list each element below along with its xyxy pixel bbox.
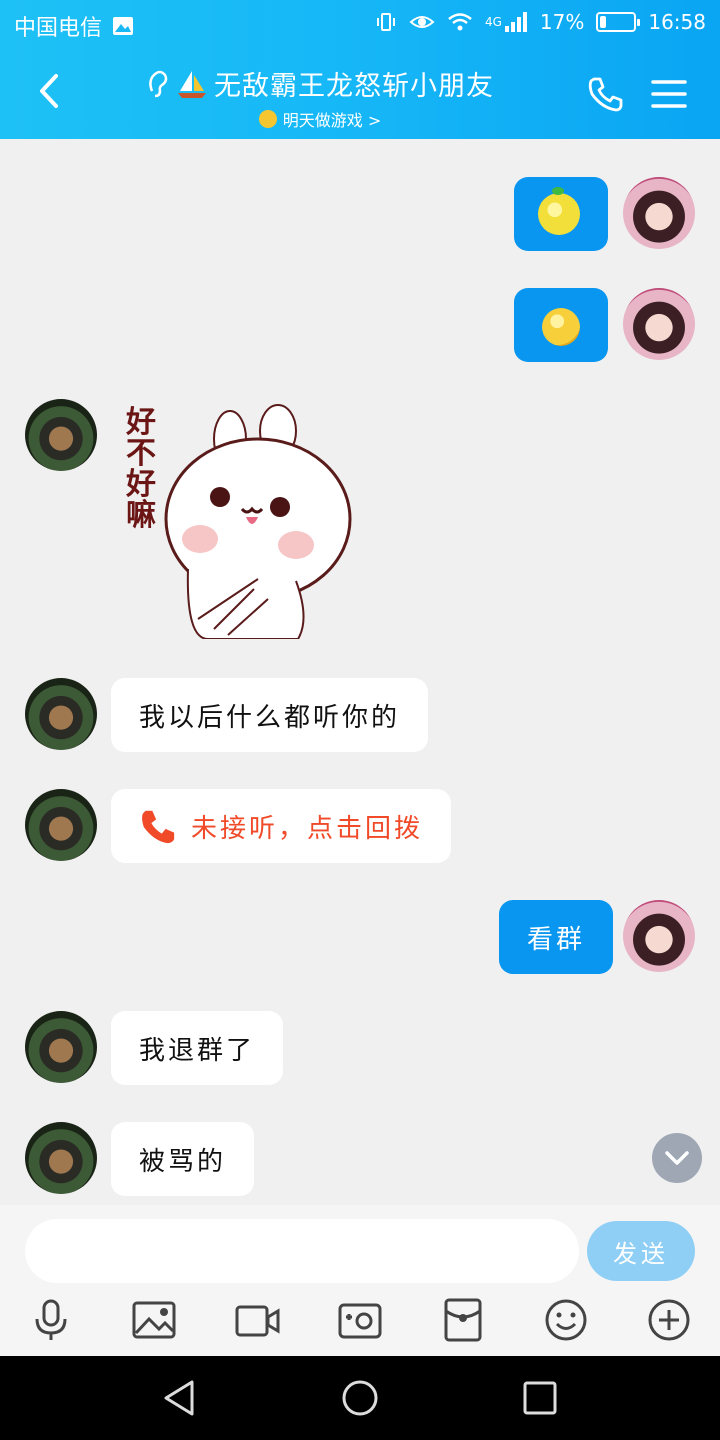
chat-header: 中国电信 4G 17% 16:58 无敌霸王龙怒斩小朋友 明天做游戏 > xyxy=(0,0,720,139)
chat-title-block[interactable]: 无敌霸王龙怒斩小朋友 明天做游戏 > xyxy=(130,64,510,131)
red-packet-icon[interactable] xyxy=(440,1297,486,1343)
yellow-coin-emoji xyxy=(542,308,580,346)
nav-back-icon[interactable] xyxy=(160,1378,200,1418)
avatar[interactable] xyxy=(623,177,695,249)
microphone-icon[interactable] xyxy=(28,1297,74,1343)
message-text: 我以后什么都听你的 xyxy=(139,702,401,733)
ear-icon xyxy=(149,70,168,97)
chat-title: 无敌霸王龙怒斩小朋友 xyxy=(214,71,494,102)
avatar[interactable] xyxy=(25,678,97,750)
message-input[interactable] xyxy=(25,1219,579,1283)
input-toolbar xyxy=(0,1297,720,1347)
emoji-message-bubble[interactable] xyxy=(514,177,608,251)
system-nav-bar xyxy=(0,1356,720,1440)
emoji-message-bubble[interactable] xyxy=(514,288,608,362)
status-bar: 中国电信 4G 17% 16:58 xyxy=(0,0,720,48)
message-text: 看群 xyxy=(527,924,586,955)
video-icon[interactable] xyxy=(234,1297,280,1343)
emoji-icon[interactable] xyxy=(543,1297,589,1343)
chat-subtitle[interactable]: 明天做游戏 > xyxy=(283,107,382,131)
network-type: 4G xyxy=(484,15,502,29)
text-message-bubble[interactable]: 看群 xyxy=(499,900,614,974)
avatar[interactable] xyxy=(623,288,695,360)
vibrate-icon xyxy=(376,13,395,31)
missed-call-text: 未接听，点击回拨 xyxy=(191,813,424,844)
back-arrow-icon[interactable] xyxy=(30,68,70,114)
scroll-to-bottom-button[interactable] xyxy=(652,1133,702,1183)
sticker-message[interactable]: 好不好嘛 xyxy=(118,399,358,639)
avatar[interactable] xyxy=(25,1122,97,1194)
clock: 16:58 xyxy=(648,10,706,34)
message-list[interactable]: 好不好嘛 我以后什么都听你的 未接听，点击回拨 看群 我退群了 被骂的 xyxy=(0,139,720,1205)
send-button[interactable]: 发送 xyxy=(587,1221,695,1281)
avatar[interactable] xyxy=(25,1011,97,1083)
wifi-icon xyxy=(448,13,472,31)
title-bar: 无敌霸王龙怒斩小朋友 明天做游戏 > xyxy=(0,50,720,139)
battery-percent: 17% xyxy=(539,10,585,34)
bunny-sticker-image xyxy=(164,404,352,639)
avatar[interactable] xyxy=(623,900,695,972)
avatar[interactable] xyxy=(25,399,97,471)
plus-icon[interactable] xyxy=(646,1297,692,1343)
gallery-notification-icon xyxy=(113,17,134,35)
battery-icon xyxy=(596,12,641,32)
phone-red-icon xyxy=(142,810,175,844)
camera-icon[interactable] xyxy=(337,1297,383,1343)
text-message-bubble[interactable]: 我以后什么都听你的 xyxy=(111,678,429,752)
chevron-down-icon xyxy=(665,1151,689,1165)
text-message-bubble[interactable]: 被骂的 xyxy=(111,1122,255,1196)
text-message-bubble[interactable]: 我退群了 xyxy=(111,1011,284,1085)
phone-icon[interactable] xyxy=(586,74,626,114)
input-bar: 发送 xyxy=(0,1205,720,1356)
message-text: 我退群了 xyxy=(139,1035,256,1066)
eye-comfort-icon xyxy=(409,16,435,28)
lemon-emoji xyxy=(538,187,580,235)
missed-call-bubble[interactable]: 未接听，点击回拨 xyxy=(111,789,452,863)
nav-home-icon[interactable] xyxy=(340,1378,380,1418)
signal-icon xyxy=(504,12,527,32)
image-icon[interactable] xyxy=(131,1297,177,1343)
sailboat-icon xyxy=(178,70,206,98)
grimace-emoji-icon xyxy=(258,110,277,128)
menu-icon[interactable] xyxy=(648,74,688,114)
message-text: 被骂的 xyxy=(139,1146,227,1177)
carrier-label: 中国电信 xyxy=(14,16,103,41)
avatar[interactable] xyxy=(25,789,97,861)
nav-recents-icon[interactable] xyxy=(520,1378,560,1418)
